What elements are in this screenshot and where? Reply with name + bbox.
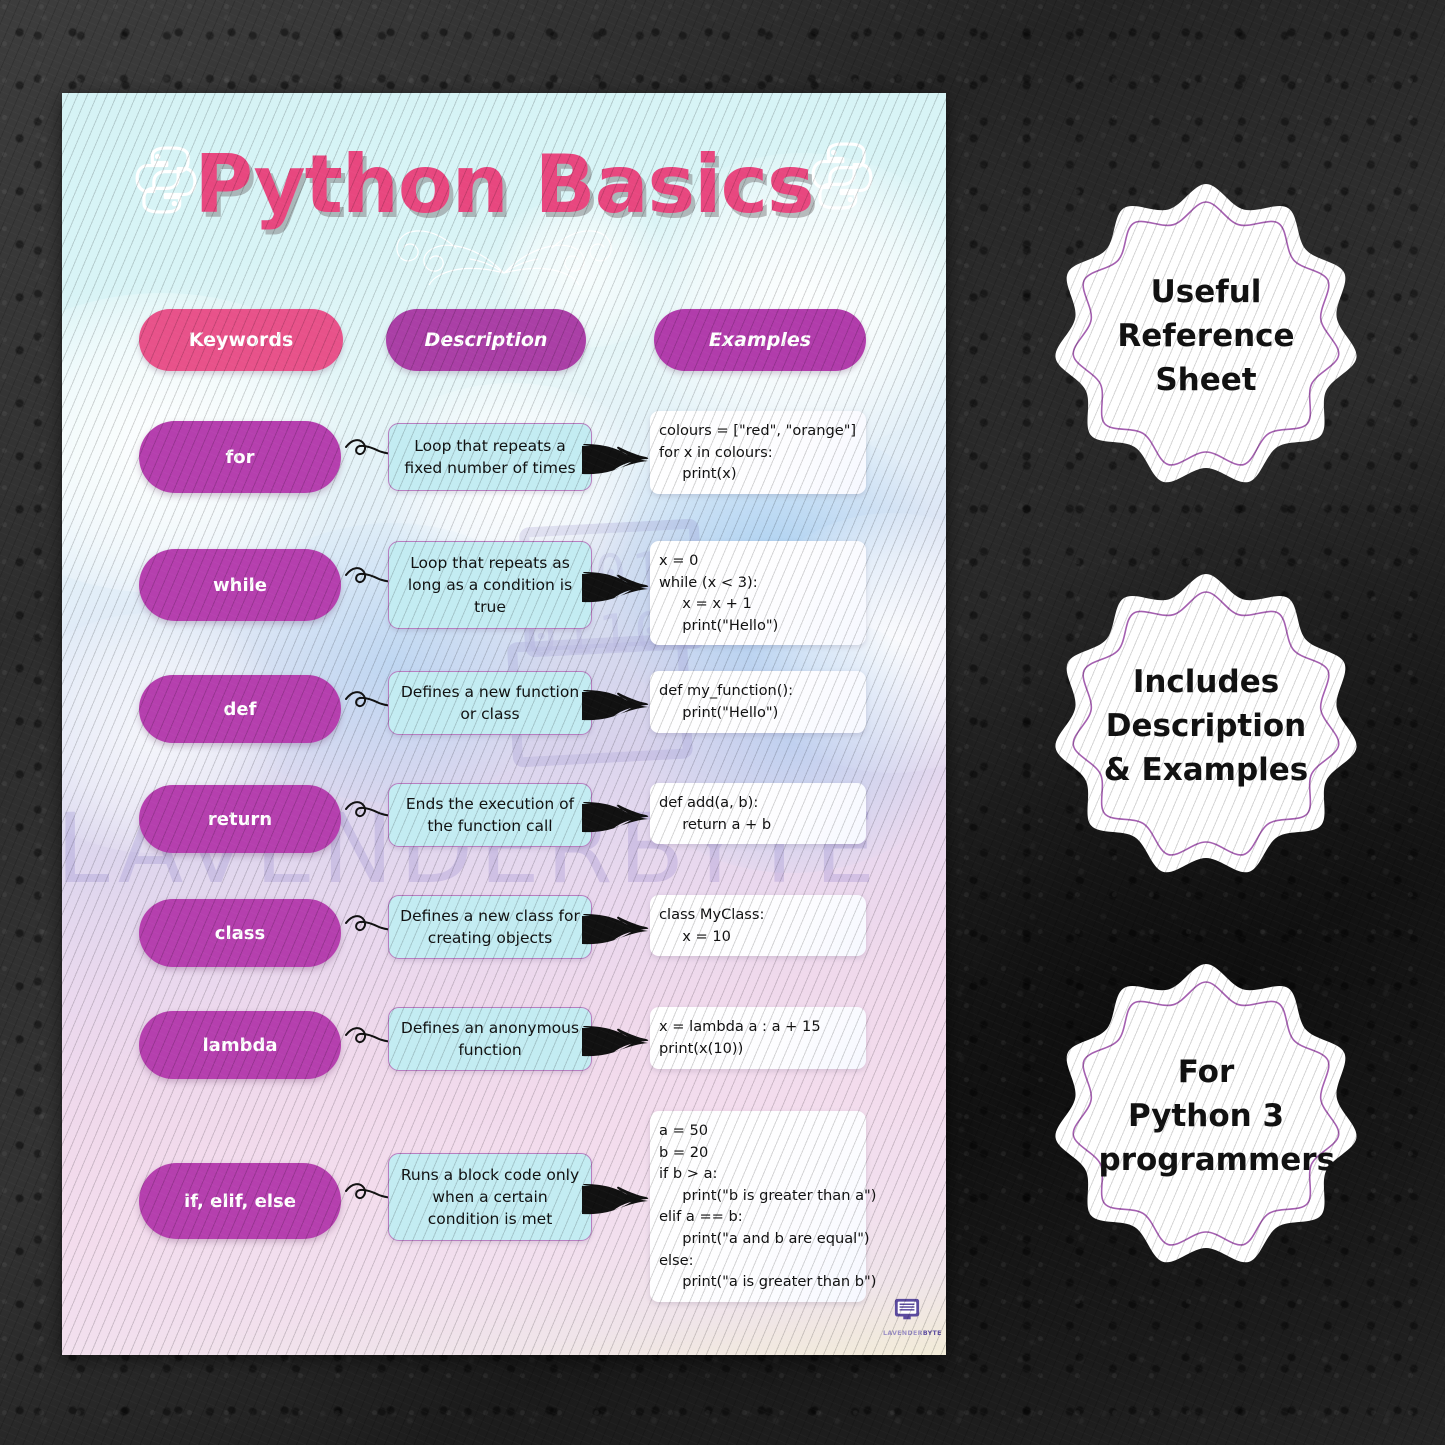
badge-line-1: Useful xyxy=(1150,273,1262,310)
example-code-box: def add(a, b): return a + b xyxy=(650,783,866,845)
ornament-flourish xyxy=(396,230,612,285)
keyword-pill[interactable]: def xyxy=(139,675,341,743)
example-code-box: class MyClass: x = 10 xyxy=(650,895,866,957)
column-headers: Keywords Description Examples xyxy=(62,309,946,375)
brand-name-part2: BYTE xyxy=(922,1330,942,1337)
description-box: Loop that repeats as long as a condition… xyxy=(388,541,592,629)
badge-text: Useful Reference Sheet xyxy=(1099,270,1314,402)
feature-badge: For Python 3 programmers xyxy=(1052,962,1360,1270)
column-header-keywords: Keywords xyxy=(139,309,343,371)
keyword-pill[interactable]: class xyxy=(139,899,341,967)
brand-logo: LAVENDERBYTE xyxy=(883,1297,941,1341)
brand-name-part1: LAVENDER xyxy=(883,1330,923,1337)
example-code-box: def my_function(): print("Hello") xyxy=(650,671,866,733)
column-header-description: Description xyxy=(386,309,586,371)
description-box: Defines a new function or class xyxy=(388,671,592,735)
poster-backdrop: 10011 011001 LAVENDERBYTE Python Basics xyxy=(0,0,1445,1445)
keyword-pill[interactable]: return xyxy=(139,785,341,853)
feature-badge: Includes Description & Examples xyxy=(1052,572,1360,880)
example-code-box: colours = ["red", "orange"] for x in col… xyxy=(650,411,866,494)
badge-line-2: Python 3 xyxy=(1127,1097,1285,1134)
badge-line-1: For xyxy=(1177,1053,1235,1090)
poster-header: Python Basics xyxy=(62,93,946,323)
column-header-examples: Examples xyxy=(654,309,866,371)
badge-line-2: Reference xyxy=(1117,317,1295,354)
description-box: Runs a block code only when a certain co… xyxy=(388,1153,592,1241)
badge-line-3: & Examples xyxy=(1103,752,1309,788)
description-box: Ends the execution of the function call xyxy=(388,783,592,847)
description-box: Loop that repeats a fixed number of time… xyxy=(388,423,592,491)
brand-monitor-icon xyxy=(894,1298,920,1320)
example-code-box: x = 0 while (x < 3): x = x + 1 print("He… xyxy=(650,541,866,646)
feature-badge: Useful Reference Sheet xyxy=(1052,182,1360,490)
python-basics-poster: 10011 011001 LAVENDERBYTE Python Basics xyxy=(62,93,946,1355)
description-box: Defines an anonymous function xyxy=(388,1007,592,1071)
example-code-box: x = lambda a : a + 15 print(x(10)) xyxy=(650,1007,866,1069)
badge-text: Includes Description & Examples xyxy=(1099,660,1314,792)
description-box: Defines a new class for creating objects xyxy=(388,895,592,959)
badge-line-3: Sheet xyxy=(1155,362,1257,398)
keyword-pill[interactable]: if, elif, else xyxy=(139,1163,341,1239)
keyword-pill[interactable]: while xyxy=(139,549,341,621)
brand-name: LAVENDERBYTE xyxy=(883,1330,941,1337)
keyword-pill[interactable]: for xyxy=(139,421,341,493)
badge-line-3: programmers xyxy=(1098,1142,1336,1178)
badge-line-1: Includes xyxy=(1132,663,1280,700)
badge-line-2: Description xyxy=(1105,707,1307,744)
badge-text: For Python 3 programmers xyxy=(1098,1050,1336,1182)
keyword-pill[interactable]: lambda xyxy=(139,1011,341,1079)
example-code-box: a = 50 b = 20 if b > a: print("b is grea… xyxy=(650,1111,876,1302)
page-title: Python Basics xyxy=(194,138,814,231)
